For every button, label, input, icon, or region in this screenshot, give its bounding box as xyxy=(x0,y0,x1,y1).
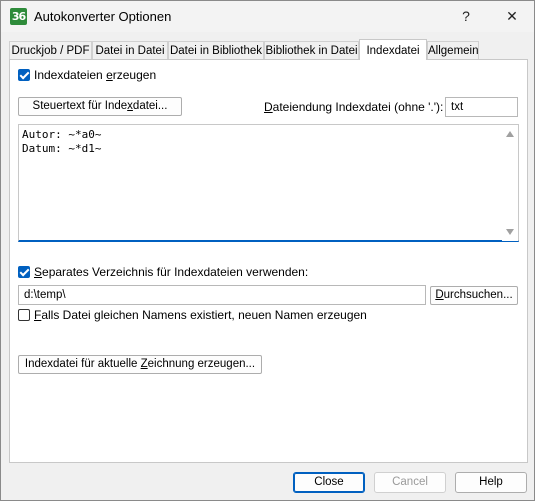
scroll-down-icon[interactable] xyxy=(506,229,514,235)
extension-input[interactable]: txt xyxy=(445,97,518,117)
separate-dir-checkbox[interactable] xyxy=(18,266,30,278)
new-name-label[interactable]: Falls Datei gleichen Namens existiert, n… xyxy=(34,308,367,322)
close-button[interactable]: Close xyxy=(293,472,365,493)
new-name-checkbox[interactable] xyxy=(18,309,30,321)
textarea-scrollbar[interactable] xyxy=(502,125,518,241)
close-title-button[interactable]: ✕ xyxy=(489,1,535,32)
directory-input[interactable]: d:\temp\ xyxy=(18,285,426,305)
tab-allgemein[interactable]: Allgemein xyxy=(427,41,479,59)
template-textarea[interactable]: Autor: ~*a0~ Datum: ~*d1~ xyxy=(18,124,519,242)
tab-datei-in-datei[interactable]: Datei in Datei xyxy=(92,41,168,59)
tab-datei-in-bibliothek[interactable]: Datei in Bibliothek xyxy=(168,41,264,59)
app-icon: 36 xyxy=(10,8,27,25)
title-bar: 36 Autokonverter Optionen ? ✕ xyxy=(1,1,534,32)
tab-panel xyxy=(9,59,528,463)
dialog-window: 36 Autokonverter Optionen ? ✕ Druckjob /… xyxy=(0,0,535,501)
tab-bibliothek-in-datei[interactable]: Bibliothek in Datei xyxy=(264,41,359,59)
separate-dir-label[interactable]: Separates Verzeichnis für Indexdateien v… xyxy=(34,265,308,279)
tab-indexdatei[interactable]: Indexdatei xyxy=(359,39,427,60)
generate-index-button[interactable]: Indexdatei für aktuelle Zeichnung erzeug… xyxy=(18,355,262,374)
extension-label: Dateiendung Indexdatei (ohne '.'): xyxy=(264,100,444,114)
create-index-label[interactable]: Indexdateien erzeugen xyxy=(34,68,156,82)
scroll-up-icon[interactable] xyxy=(506,131,514,137)
template-line: Datum: ~*d1~ xyxy=(22,142,102,155)
steuertext-button[interactable]: Steuertext für Indexdatei... xyxy=(18,97,182,116)
help-title-button[interactable]: ? xyxy=(443,1,489,32)
browse-button[interactable]: Durchsuchen... xyxy=(430,286,518,305)
help-button[interactable]: Help xyxy=(455,472,527,493)
create-index-checkbox[interactable] xyxy=(18,69,30,81)
window-title: Autokonverter Optionen xyxy=(34,9,172,24)
template-line: Autor: ~*a0~ xyxy=(22,128,102,141)
cancel-button[interactable]: Cancel xyxy=(374,472,446,493)
tab-druckjob-pdf[interactable]: Druckjob / PDF xyxy=(9,41,92,59)
